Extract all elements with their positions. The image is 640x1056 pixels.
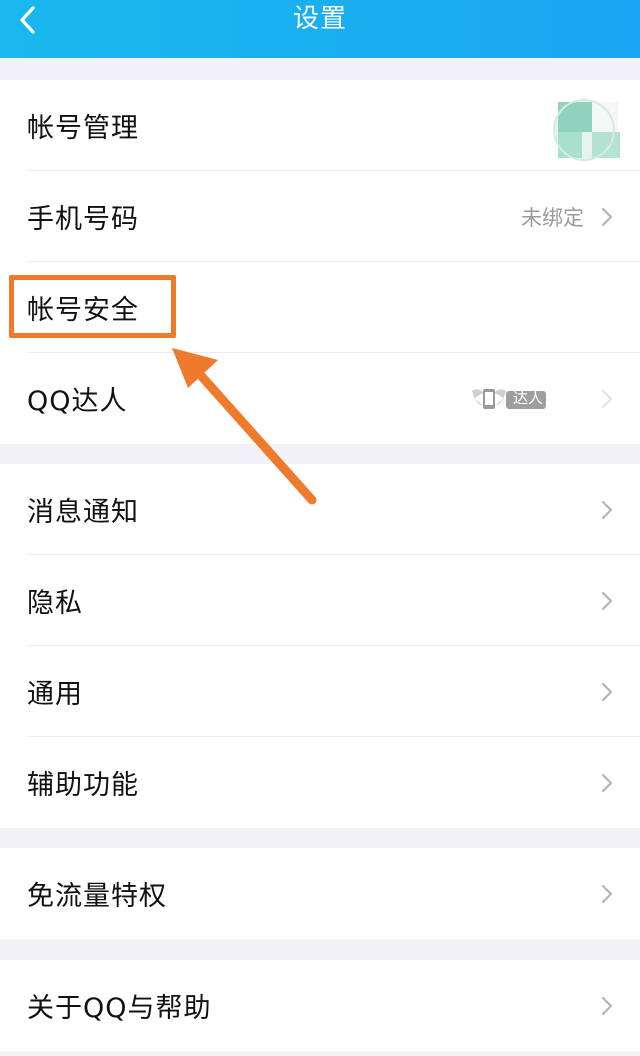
chevron-right-icon (601, 996, 613, 1015)
chevron-right-icon (601, 389, 613, 408)
badge-text: 达人 (513, 389, 544, 407)
chevron-right-icon (601, 500, 613, 519)
chevron-right-icon (601, 591, 613, 610)
settings-item-phone-number[interactable]: 手机号码 未绑定 (0, 171, 640, 262)
settings-item-label: 通用 (27, 679, 83, 710)
settings-item-general[interactable]: 通用 (0, 646, 640, 737)
settings-item-label: QQ达人 (27, 386, 128, 417)
avatar (546, 98, 622, 162)
settings-item-account-management[interactable]: 帐号管理 (0, 80, 640, 171)
settings-item-label: 关于QQ与帮助 (27, 993, 212, 1024)
chevron-right-icon (601, 682, 613, 701)
settings-item-privacy[interactable]: 隐私 (0, 555, 640, 646)
settings-item-qq-expert[interactable]: QQ达人 达人 (0, 353, 640, 444)
nav-header: 设置 (0, 0, 640, 58)
chevron-right-icon (601, 207, 613, 226)
phone-bind-status: 未绑定 (521, 205, 584, 230)
settings-item-about-help[interactable]: 关于QQ与帮助 (0, 960, 640, 1051)
settings-item-notifications[interactable]: 消息通知 (0, 464, 640, 555)
settings-item-label: 帐号管理 (27, 113, 139, 144)
settings-item-label: 帐号安全 (27, 295, 139, 326)
settings-group-general: 消息通知 隐私 通用 辅助功能 (0, 464, 640, 828)
settings-item-account-security[interactable]: 帐号安全 (0, 262, 640, 353)
settings-item-label: 免流量特权 (27, 881, 167, 912)
chevron-right-icon (601, 773, 613, 792)
settings-item-label: 手机号码 (27, 204, 139, 235)
settings-item-accessibility[interactable]: 辅助功能 (0, 737, 640, 828)
chevron-right-icon (601, 884, 613, 903)
settings-group-data: 免流量特权 (0, 848, 640, 939)
settings-item-data-free[interactable]: 免流量特权 (0, 848, 640, 939)
qq-expert-badge: 达人 (470, 383, 548, 415)
settings-group-account: 帐号管理 手机号码 未绑定 帐号安全 QQ达人 达人 (0, 80, 640, 444)
settings-item-label: 辅助功能 (27, 770, 139, 801)
settings-item-label: 隐私 (27, 588, 83, 619)
settings-page: 设置 帐号管理 手机号码 未绑定 帐号安全 QQ达人 达人 消息通知 隐私 通用… (0, 0, 640, 1056)
page-title: 设置 (292, 4, 347, 34)
settings-item-label: 消息通知 (27, 497, 139, 528)
settings-group-about: 关于QQ与帮助 (0, 960, 640, 1051)
